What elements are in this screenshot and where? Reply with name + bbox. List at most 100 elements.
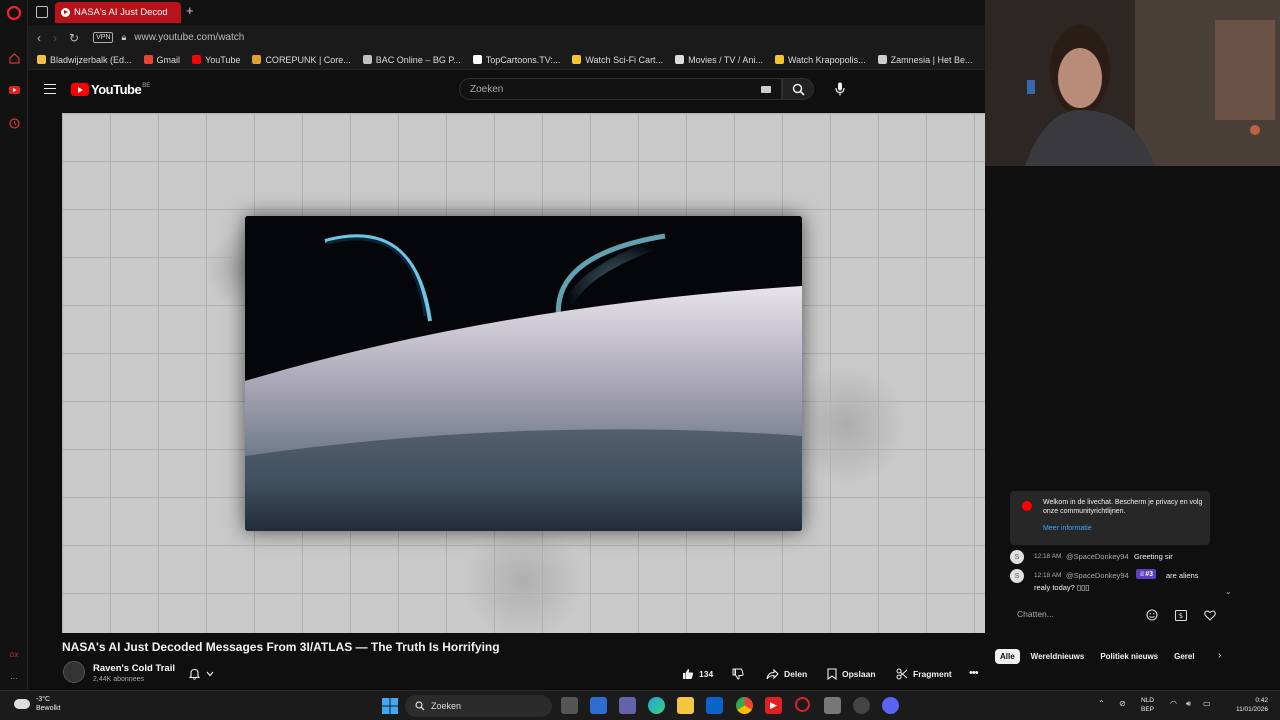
- reload-icon[interactable]: ↻: [69, 31, 79, 45]
- bookmark-item[interactable]: COREPUNK | Core...: [252, 54, 351, 65]
- share-icon: [766, 668, 779, 679]
- heart-icon[interactable]: [1203, 608, 1217, 622]
- network-off-icon[interactable]: ⊘: [1119, 699, 1126, 708]
- video-frame: [245, 216, 802, 531]
- taskbar-search-label: Zoeken: [431, 701, 462, 711]
- category-chip[interactable]: Politiek nieuws: [1095, 649, 1163, 664]
- search-button[interactable]: [782, 78, 814, 100]
- bookmark-label: COREPUNK | Core...: [265, 54, 351, 65]
- chat-avatar[interactable]: S: [1010, 550, 1024, 564]
- clock[interactable]: 0:42 11/01/2026: [1226, 696, 1268, 714]
- back-icon[interactable]: ‹: [37, 31, 41, 45]
- category-chip[interactable]: Alle: [995, 649, 1020, 664]
- url-field[interactable]: www.youtube.com/watch: [134, 32, 244, 43]
- chat-author[interactable]: @SpaceDonkey94: [1066, 571, 1129, 580]
- steam-icon[interactable]: [853, 697, 870, 714]
- search-placeholder: Zoeken: [470, 83, 504, 95]
- bookmark-item[interactable]: BAC Online – BG P...: [362, 54, 461, 65]
- file-explorer-icon[interactable]: [677, 697, 694, 714]
- clip-label: Fragment: [913, 669, 952, 679]
- bookmark-item[interactable]: TopCartoons.TV:...: [472, 55, 560, 65]
- gx-icon[interactable]: GX: [6, 648, 22, 664]
- share-button[interactable]: Delen: [766, 666, 807, 682]
- chat-author[interactable]: @SpaceDonkey94: [1066, 552, 1129, 561]
- tab-overview-icon[interactable]: [36, 6, 48, 18]
- tab-youtube-video[interactable]: NASA's AI Just Decod: [55, 2, 181, 23]
- outlook-icon[interactable]: [706, 697, 723, 714]
- bookmark-item[interactable]: Watch Sci-Fi Cart...: [572, 55, 663, 65]
- home-icon[interactable]: [6, 50, 22, 66]
- opera-gx-icon[interactable]: [795, 697, 810, 712]
- bookmark-item[interactable]: YouTube: [192, 55, 240, 65]
- lock-icon[interactable]: 🔒︎: [121, 32, 126, 43]
- chat-banner-text: Welkom in de livechat. Bescherm je priva…: [1043, 499, 1203, 515]
- youtube-logo[interactable]: YouTube BE: [71, 82, 150, 97]
- save-button[interactable]: Opslaan: [827, 666, 876, 682]
- windows-start-icon[interactable]: [381, 697, 398, 714]
- bookmark-item[interactable]: Bladwijzerbalk (Ed...: [37, 55, 132, 65]
- forward-icon[interactable]: ›: [53, 31, 57, 45]
- menu-icon[interactable]: [44, 84, 56, 94]
- youtube-sidebar-icon[interactable]: [6, 82, 22, 98]
- chat-timestamp: 12:18 AM: [1034, 553, 1062, 560]
- discord-icon[interactable]: [882, 697, 899, 714]
- edge-icon[interactable]: [648, 697, 665, 714]
- bookmark-favicon-icon: [572, 55, 582, 64]
- category-chips: Alle Wereldnieuws Politiek nieuws Gerel: [995, 649, 1235, 665]
- calculator-icon[interactable]: [824, 697, 841, 714]
- country-code: BE: [142, 82, 151, 89]
- youtube-app-icon[interactable]: ▶: [765, 697, 782, 714]
- bookmark-item[interactable]: Zamnesia | Het Be...: [877, 55, 973, 65]
- language-indicator[interactable]: NLD BEP: [1141, 696, 1154, 714]
- volume-icon[interactable]: 🔊︎: [1186, 699, 1191, 709]
- bookmark-label: BAC Online – BG P...: [375, 54, 461, 65]
- bookmark-item[interactable]: Gmail: [143, 55, 180, 65]
- chat-avatar[interactable]: S: [1010, 569, 1024, 583]
- super-chat-icon[interactable]: $: [1174, 608, 1188, 622]
- teams-icon[interactable]: [619, 697, 636, 714]
- task-view-icon[interactable]: [561, 697, 578, 714]
- video-player[interactable]: [62, 113, 985, 633]
- search-input[interactable]: Zoeken: [459, 78, 782, 100]
- tab-strip: NASA's AI Just Decod +: [28, 0, 985, 25]
- bookmark-item[interactable]: Movies / TV / Ani...: [675, 55, 763, 65]
- vpn-badge[interactable]: VPN: [93, 32, 114, 43]
- youtube-chat-icon: [1022, 501, 1032, 511]
- dislike-button[interactable]: [732, 666, 744, 682]
- bookmark-icon: [827, 668, 837, 680]
- like-button[interactable]: 134: [682, 666, 713, 682]
- more-actions-button[interactable]: •••: [969, 667, 979, 679]
- bookmark-favicon-icon: [37, 55, 46, 64]
- search-icon: [792, 83, 805, 96]
- scroll-down-icon[interactable]: ⌄: [1225, 587, 1232, 596]
- emoji-icon[interactable]: [1145, 608, 1159, 622]
- channel-avatar[interactable]: [63, 661, 85, 683]
- clip-button[interactable]: Fragment: [896, 666, 952, 682]
- new-tab-button[interactable]: +: [186, 3, 194, 18]
- notification-button[interactable]: [189, 667, 219, 681]
- category-chip[interactable]: Wereldnieuws: [1026, 649, 1090, 664]
- opera-logo-icon[interactable]: [6, 5, 22, 21]
- channel-name[interactable]: Raven's Cold Trail: [93, 663, 175, 674]
- weather-text: -3°C Bewolkt: [36, 695, 61, 713]
- microphone-button[interactable]: [831, 80, 849, 98]
- wifi-icon[interactable]: ◠: [1170, 699, 1177, 708]
- category-chip[interactable]: Gerel: [1169, 649, 1199, 664]
- battery-icon[interactable]: ▭: [1203, 699, 1211, 708]
- store-icon[interactable]: [590, 697, 607, 714]
- keyboard-icon[interactable]: [761, 86, 771, 93]
- taskbar-search[interactable]: Zoeken: [405, 695, 552, 717]
- tray-expand-icon[interactable]: ⌃: [1098, 699, 1105, 708]
- bookmark-favicon-icon: [192, 55, 202, 64]
- history-icon[interactable]: [6, 115, 22, 131]
- weather-widget[interactable]: -3°C Bewolkt: [14, 695, 61, 713]
- cloud-icon: [14, 699, 30, 709]
- bookmark-favicon-icon: [472, 55, 482, 64]
- sidebar-more-icon[interactable]: ···: [6, 670, 22, 686]
- more-info-link[interactable]: Meer informatie: [1043, 525, 1092, 532]
- chrome-icon[interactable]: [736, 697, 753, 714]
- chevron-right-icon[interactable]: ›: [1218, 650, 1221, 661]
- bookmark-item[interactable]: Watch Krapopolis...: [774, 55, 866, 65]
- chat-input[interactable]: Chatten...: [1017, 609, 1054, 619]
- thumbs-down-icon: [732, 668, 744, 680]
